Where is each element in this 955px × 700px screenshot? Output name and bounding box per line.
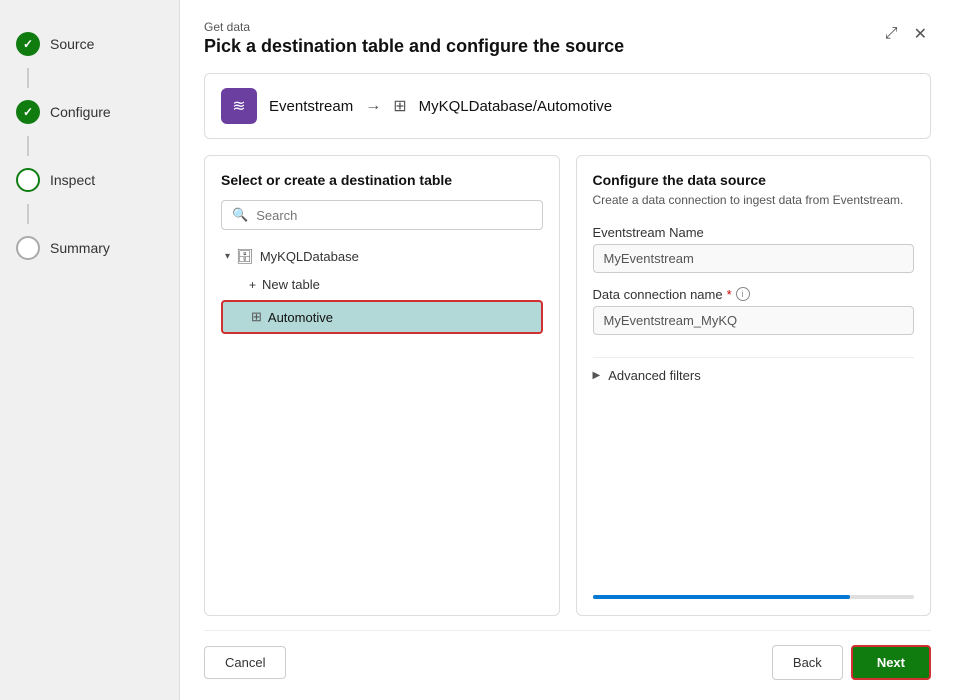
step-connector-1 [27, 68, 29, 88]
tree-section: ▾ 🗄 MyKQLDatabase + New table ⊞ Automoti… [221, 242, 543, 599]
data-connection-name-field: Data connection name * i [593, 287, 915, 335]
step-circle-source: ✓ [16, 32, 40, 56]
eventstream-icon: ≋ [221, 88, 257, 124]
arrow-icon: → [365, 97, 381, 115]
advanced-filters-label: Advanced filters [608, 368, 701, 383]
step-circle-configure: ✓ [16, 100, 40, 124]
dialog-label: Get data [204, 20, 624, 34]
destination-table-icon: ⊞ [393, 96, 406, 116]
database-icon: 🗄 [236, 248, 254, 265]
scrollbar-track [593, 595, 915, 599]
dialog-title-section: Get data Pick a destination table and co… [204, 20, 624, 57]
new-table-label: New table [262, 277, 320, 292]
database-row[interactable]: ▾ 🗄 MyKQLDatabase [221, 242, 543, 271]
table-name: Automotive [268, 310, 333, 325]
eventstream-name-label: Eventstream Name [593, 225, 915, 240]
step-circle-inspect [16, 168, 40, 192]
source-bar: ≋ Eventstream → ⊞ MyKQLDatabase/Automoti… [204, 73, 931, 139]
sidebar-item-summary[interactable]: Summary [0, 224, 179, 272]
footer: Cancel Back Next [204, 630, 931, 680]
back-button[interactable]: Back [772, 645, 843, 680]
expand-button[interactable]: ⤢ [881, 20, 902, 48]
next-button[interactable]: Next [851, 645, 931, 680]
info-icon[interactable]: i [736, 287, 750, 301]
footer-right: Back Next [772, 645, 931, 680]
step-connector-2 [27, 136, 29, 156]
advanced-filters-row[interactable]: ▶ Advanced filters [593, 357, 915, 393]
sidebar-label-inspect: Inspect [50, 172, 95, 188]
scrollbar-container [593, 579, 915, 599]
search-box: 🔍 [221, 200, 543, 230]
sidebar-item-inspect[interactable]: Inspect [0, 156, 179, 204]
right-panel-description: Create a data connection to ingest data … [593, 192, 915, 209]
step-circle-summary [16, 236, 40, 260]
destination-name: MyKQLDatabase/Automotive [419, 98, 612, 115]
search-input[interactable] [256, 208, 531, 223]
step-connector-3 [27, 204, 29, 224]
scrollbar-thumb[interactable] [593, 595, 850, 599]
data-connection-name-input[interactable] [593, 306, 915, 335]
sidebar: ✓ Source ✓ Configure Inspect Summary [0, 0, 180, 700]
main-content: Get data Pick a destination table and co… [180, 0, 955, 700]
dialog-title: Pick a destination table and configure t… [204, 36, 624, 57]
sidebar-label-configure: Configure [50, 104, 111, 120]
dialog-header: Get data Pick a destination table and co… [204, 20, 931, 57]
automotive-table-row[interactable]: ⊞ Automotive [221, 300, 543, 334]
close-button[interactable]: ✕ [910, 20, 931, 48]
search-icon: 🔍 [232, 207, 248, 223]
required-indicator: * [727, 287, 732, 302]
sidebar-label-source: Source [50, 36, 94, 52]
sidebar-item-source[interactable]: ✓ Source [0, 20, 179, 68]
sidebar-label-summary: Summary [50, 240, 110, 256]
data-connection-name-label: Data connection name * i [593, 287, 915, 302]
plus-icon: + [249, 278, 256, 292]
cancel-button[interactable]: Cancel [204, 646, 286, 679]
right-panel-title: Configure the data source [593, 172, 915, 188]
table-grid-icon: ⊞ [251, 309, 262, 325]
right-panel: Configure the data source Create a data … [576, 155, 932, 616]
chevron-down-icon: ▾ [225, 251, 230, 262]
panels: Select or create a destination table 🔍 ▾… [204, 155, 931, 616]
eventstream-name-field: Eventstream Name [593, 225, 915, 273]
chevron-right-icon: ▶ [593, 370, 601, 381]
left-panel-title: Select or create a destination table [221, 172, 543, 188]
new-table-row[interactable]: + New table [221, 271, 543, 298]
dialog-actions: ⤢ ✕ [881, 20, 931, 48]
source-name: Eventstream [269, 98, 353, 115]
eventstream-name-input[interactable] [593, 244, 915, 273]
database-name: MyKQLDatabase [260, 249, 359, 264]
left-panel: Select or create a destination table 🔍 ▾… [204, 155, 560, 616]
sidebar-item-configure[interactable]: ✓ Configure [0, 88, 179, 136]
